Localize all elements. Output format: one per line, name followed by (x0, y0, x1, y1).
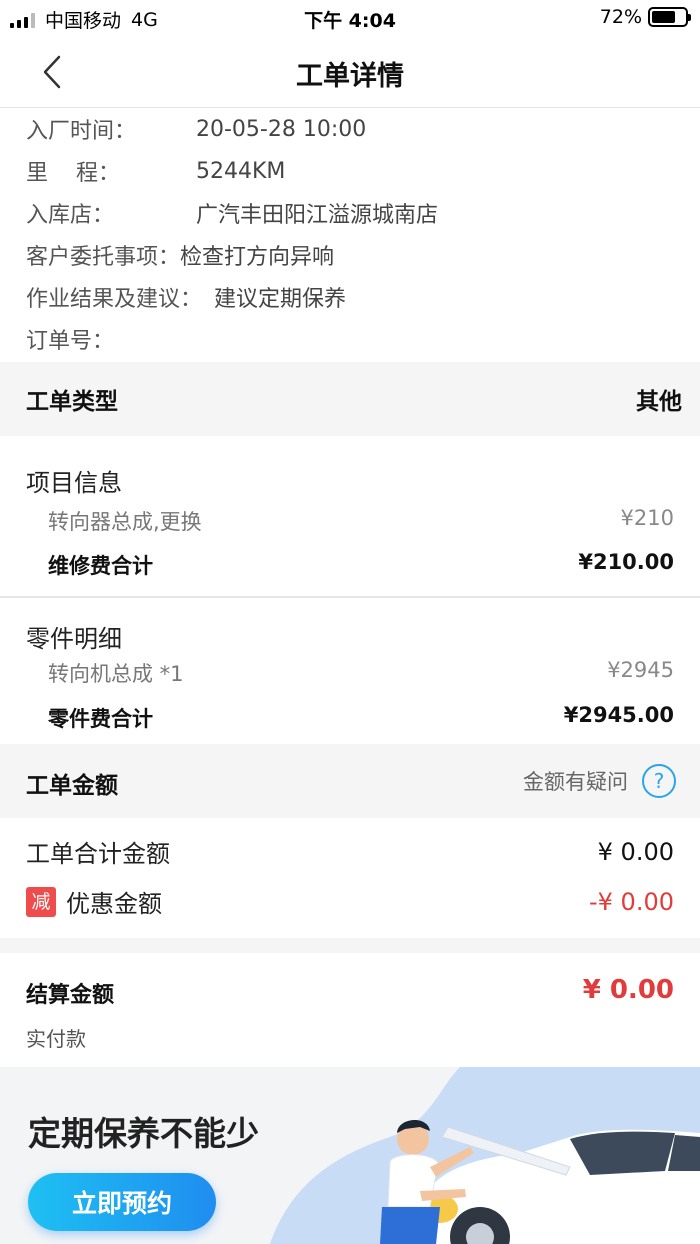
order-total-value: ¥ 0.00 (597, 837, 674, 866)
info-row-result: 作业结果及建议： 建议定期保养 (26, 276, 686, 318)
order-info: 入厂时间： 20-05-28 10:00 里 程： 5244KM 入库店： 广汽… (26, 108, 686, 360)
watermark: 汽车之家 (648, 1224, 692, 1237)
info-label: 订单号： (26, 329, 115, 354)
settlement-value: ¥ 0.00 (582, 975, 674, 1005)
promo-banner[interactable]: 定期保养不能少 立即预约 汽车之家 (0, 1067, 700, 1244)
parts-total-value: ¥2945.00 (563, 703, 674, 727)
list-item: 转向器总成,更换 ¥210 (48, 506, 674, 536)
battery-percent: 72% (599, 6, 642, 28)
info-label: 里 程： (26, 161, 120, 186)
info-row-order-no: 订单号： (26, 318, 686, 360)
nav-bar: 工单详情 (0, 36, 700, 108)
order-type-label: 工单类型 (26, 389, 118, 415)
part-name: 转向机总成 *1 (48, 662, 184, 686)
section-gap (0, 938, 700, 953)
amount-section-title: 工单金额 (26, 773, 118, 799)
info-row-mileage: 里 程： 5244KM (26, 150, 686, 192)
clock: 下午 4:04 (304, 10, 396, 32)
order-total-row: 工单合计金额 ¥ 0.00 (26, 834, 674, 869)
info-label: 作业结果及建议： (26, 287, 203, 312)
order-total-label: 工单合计金额 (26, 840, 170, 868)
car-maintenance-illustration (270, 1067, 700, 1244)
settlement-section: 结算金额 ¥ 0.00 实付款 (0, 953, 700, 1067)
settlement-label: 结算金额 (26, 983, 115, 1008)
amount-header: 工单金额 金额有疑问 ? (0, 744, 700, 818)
item-name: 转向器总成,更换 (48, 510, 202, 534)
question-circle-icon: ? (642, 764, 676, 798)
info-label: 入库店： (26, 203, 115, 228)
info-row-entry-time: 入厂时间： 20-05-28 10:00 (26, 108, 686, 150)
page-title: 工单详情 (296, 61, 404, 92)
promo-title: 定期保养不能少 (28, 1114, 259, 1153)
discount-value: -¥ 0.00 (589, 887, 674, 916)
parts-section: 零件明细 转向机总成 *1 ¥2945 零件费合计 ¥2945.00 (0, 598, 700, 744)
info-value: 检查打方向异响 (180, 245, 335, 270)
info-value: 5244KM (196, 158, 286, 184)
info-value: 20-05-28 10:00 (196, 116, 367, 142)
info-row-request: 客户委托事项： 检查打方向异响 (26, 234, 686, 276)
list-item: 转向机总成 *1 ¥2945 (48, 658, 674, 688)
amount-doubt-label: 金额有疑问 (523, 770, 628, 794)
paid-label: 实付款 (26, 1027, 86, 1051)
part-price: ¥2945 (607, 658, 674, 682)
order-type-value: 其他 (636, 389, 682, 415)
info-value: 建议定期保养 (214, 287, 347, 312)
items-section-title: 项目信息 (26, 469, 122, 497)
info-label: 客户委托事项： (26, 245, 181, 270)
parts-section-title: 零件明细 (26, 625, 122, 653)
parts-total-row: 零件费合计 ¥2945.00 (48, 703, 674, 733)
info-row-store: 入库店： 广汽丰田阳江溢源城南店 (26, 192, 686, 234)
order-type-bar: 工单类型 其他 (0, 362, 700, 436)
discount-row: 减 优惠金额 -¥ 0.00 (26, 884, 674, 919)
info-label: 入厂时间： (26, 119, 137, 144)
status-bar: 中国移动 4G 下午 4:04 72% (0, 0, 700, 36)
discount-badge: 减 (26, 886, 56, 917)
item-price: ¥210 (620, 506, 674, 530)
labor-total-label: 维修费合计 (48, 554, 153, 578)
parts-total-label: 零件费合计 (48, 707, 153, 731)
amount-section: 工单合计金额 ¥ 0.00 减 优惠金额 -¥ 0.00 (0, 818, 700, 938)
discount-label: 优惠金额 (66, 890, 162, 918)
labor-total-value: ¥210.00 (578, 550, 674, 574)
info-value: 广汽丰田阳江溢源城南店 (196, 203, 439, 228)
book-now-button[interactable]: 立即预约 (28, 1173, 216, 1231)
labor-total-row: 维修费合计 ¥210.00 (48, 550, 674, 580)
amount-doubt-button[interactable]: 金额有疑问 ? (523, 764, 676, 798)
battery-icon (648, 7, 691, 27)
items-section: 项目信息 转向器总成,更换 ¥210 维修费合计 ¥210.00 (0, 436, 700, 596)
